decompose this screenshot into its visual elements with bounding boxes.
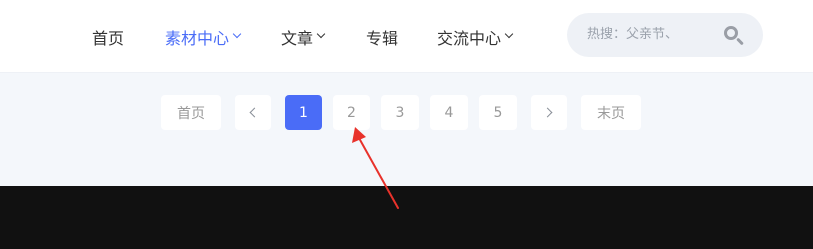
page-button-2[interactable]: 2: [333, 95, 370, 130]
chevron-down-icon: [316, 29, 326, 39]
search-icon[interactable]: [723, 25, 745, 47]
nav-item-label: 交流中心: [437, 28, 502, 48]
chevron-right-icon: [542, 107, 553, 118]
page-button-4[interactable]: 4: [430, 95, 468, 130]
nav-item-label: 文章: [281, 28, 314, 48]
page-button-1[interactable]: 1: [285, 95, 322, 130]
chevron-down-icon: [504, 29, 514, 39]
nav-item-label: 专辑: [366, 28, 399, 48]
nav-item-materials[interactable]: 素材中心: [165, 0, 242, 73]
page-button-3[interactable]: 3: [381, 95, 419, 130]
first-page-button[interactable]: 首页: [161, 95, 221, 130]
next-page-button[interactable]: [531, 95, 567, 130]
page-button-5[interactable]: 5: [479, 95, 517, 130]
nav-item-community[interactable]: 交流中心: [437, 0, 514, 73]
nav-item-home[interactable]: 首页: [92, 0, 124, 73]
pagination: 首页 1 2 3 4 5 末页: [0, 73, 813, 186]
search-box: 热搜：父亲节、: [567, 13, 763, 57]
top-navigation-bar: 首页 素材中心 文章 专辑 交流中心 热搜：父亲节、: [0, 0, 813, 73]
nav-item-label: 首页: [92, 28, 125, 48]
last-page-button[interactable]: 末页: [581, 95, 641, 130]
footer-section: [0, 186, 813, 249]
nav-item-articles[interactable]: 文章: [281, 0, 326, 73]
nav-item-albums[interactable]: 专辑: [366, 0, 398, 73]
chevron-left-icon: [249, 107, 260, 118]
chevron-down-icon: [232, 29, 242, 39]
search-input[interactable]: 热搜：父亲节、: [587, 13, 678, 57]
nav-item-label: 素材中心: [165, 28, 230, 48]
prev-page-button[interactable]: [235, 95, 271, 130]
